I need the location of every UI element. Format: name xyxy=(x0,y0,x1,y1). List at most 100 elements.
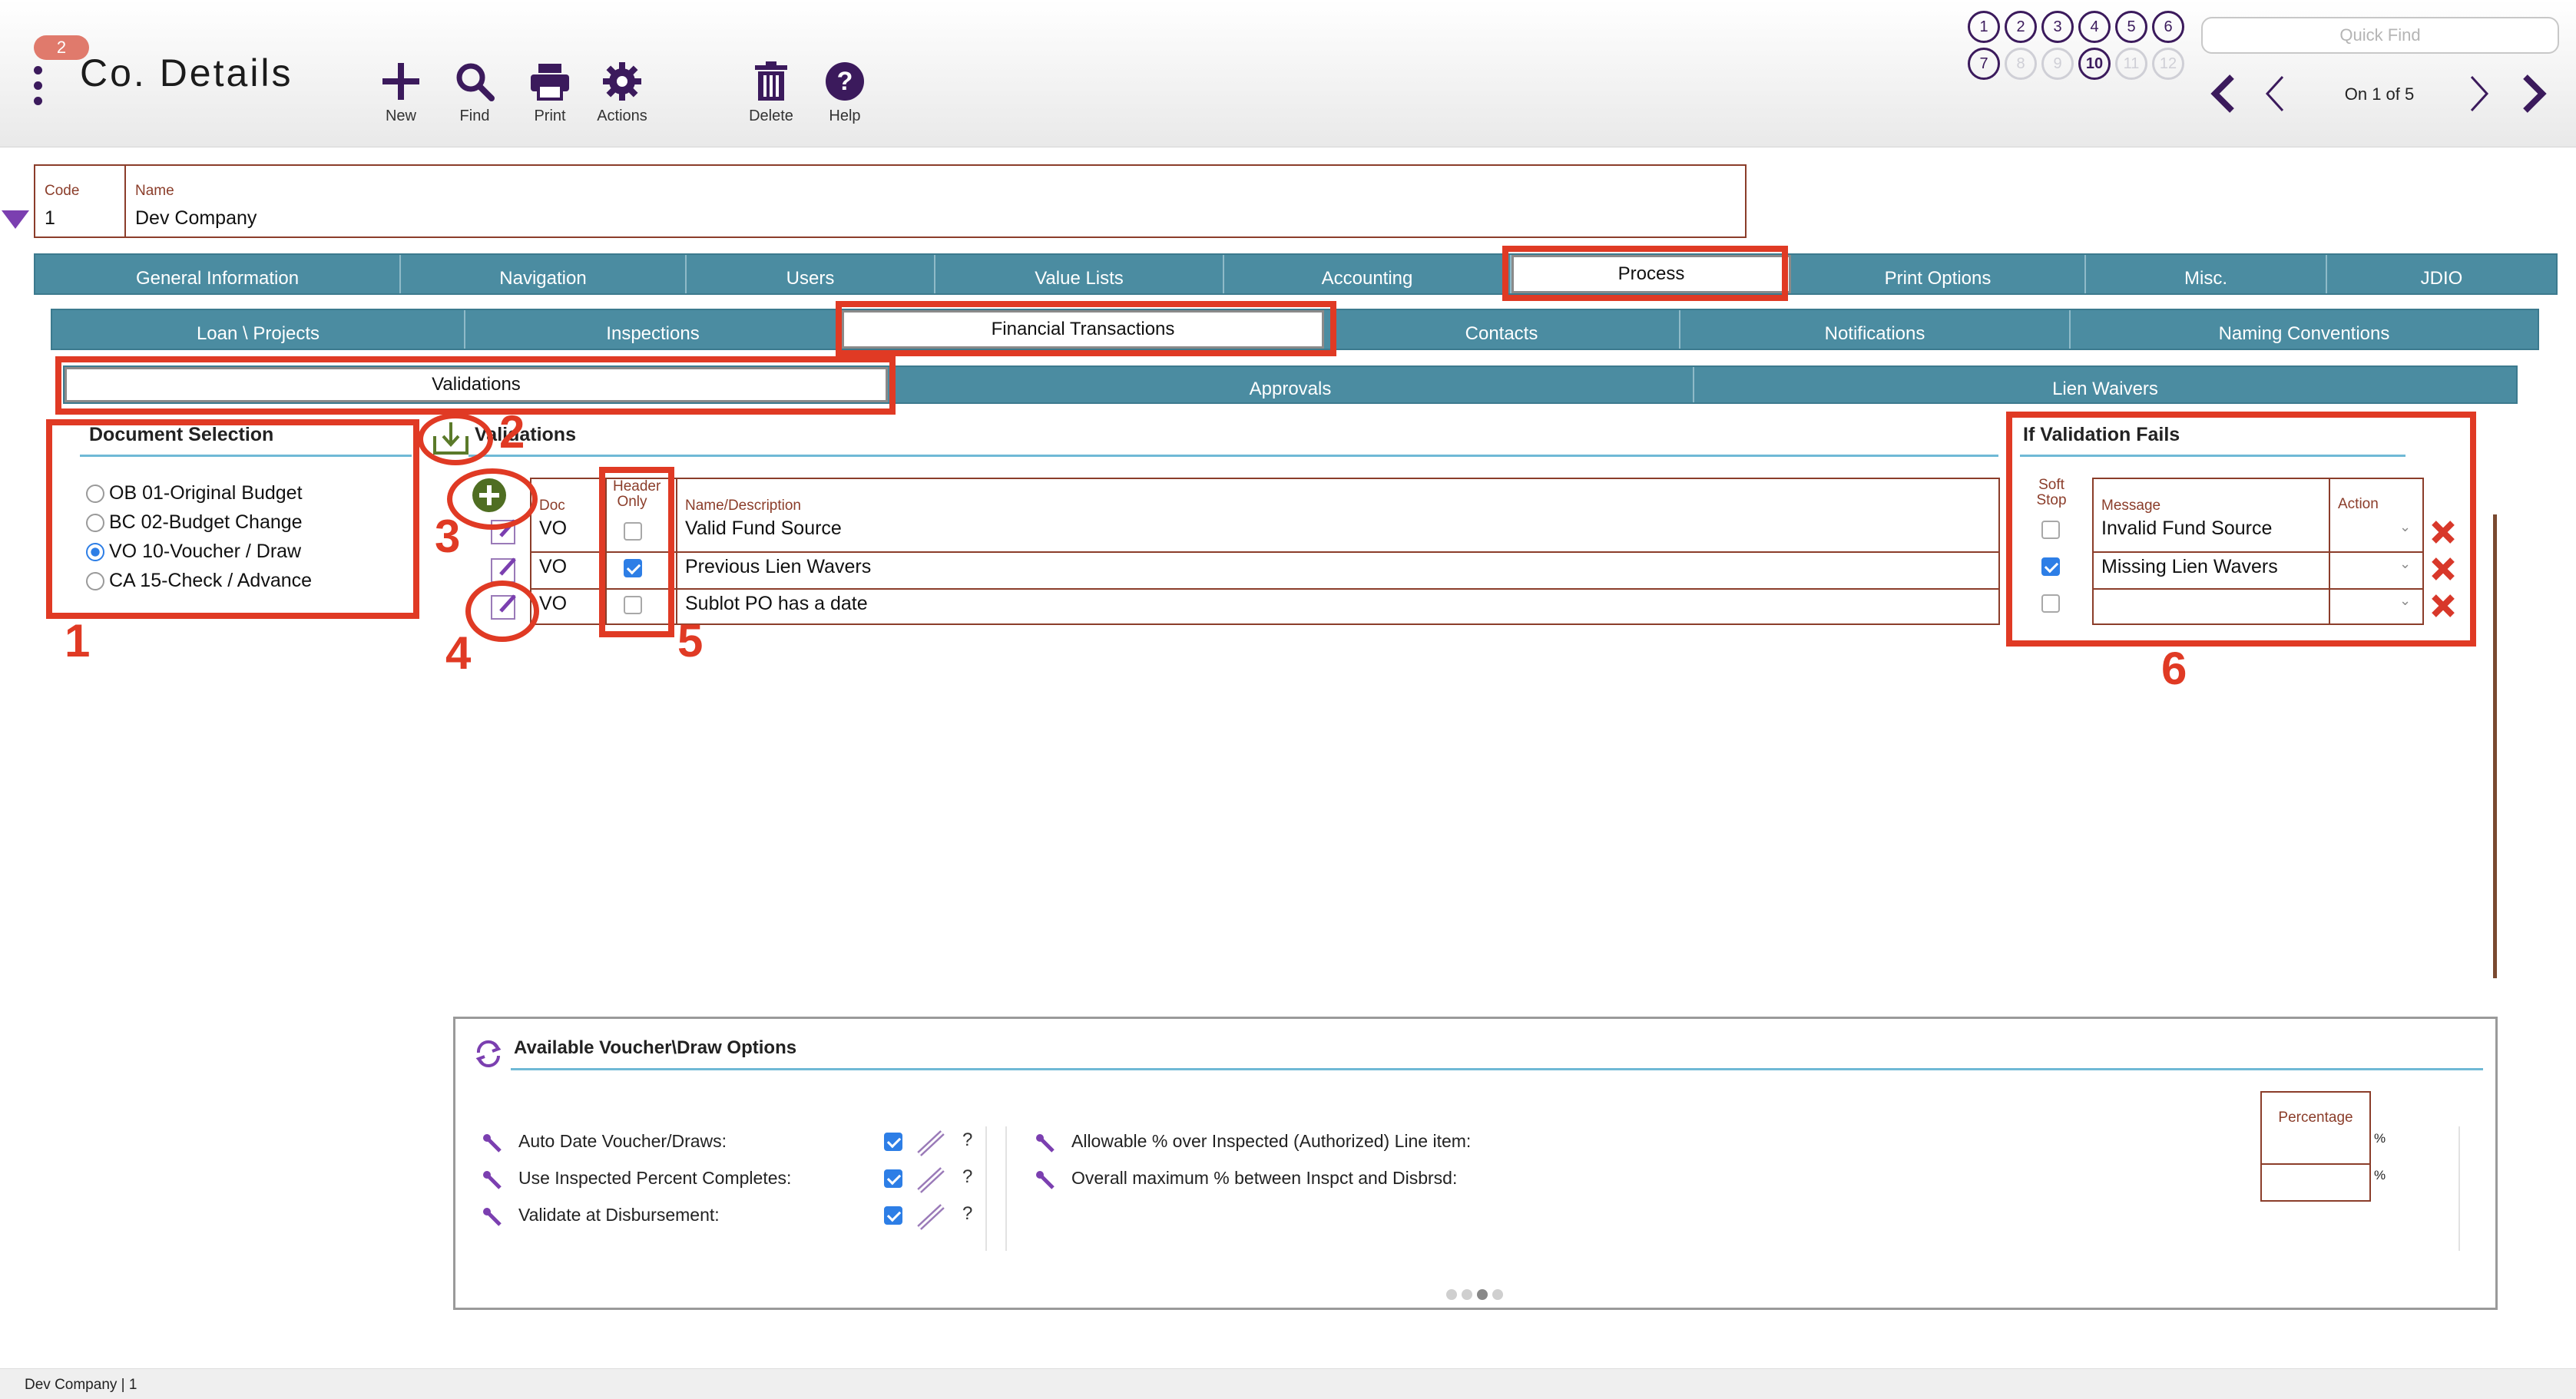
last-record-icon[interactable] xyxy=(2521,74,2548,117)
wrench-icon xyxy=(482,1206,503,1232)
option-validate-disbursement-checkbox[interactable] xyxy=(884,1206,902,1225)
find-button[interactable]: Find xyxy=(438,58,512,125)
actions-button[interactable]: Actions xyxy=(585,58,659,125)
tab-jdio[interactable]: JDIO xyxy=(2327,255,2556,293)
quick-find-input[interactable]: Quick Find xyxy=(2201,17,2559,54)
record-button-4[interactable]: 4 xyxy=(2078,11,2111,43)
company-record-fields: Code 1 Name Dev Company xyxy=(34,164,1747,238)
trash-icon xyxy=(734,58,808,104)
col-percentage: Percentage xyxy=(2278,1110,2353,1126)
top-toolbar: 2 Co. Details New Find Print Actions Del… xyxy=(0,0,2576,147)
percent-sign-1: % xyxy=(2374,1131,2386,1146)
option-allowable-over-inspected-label: Allowable % over Inspected (Authorized) … xyxy=(1071,1131,1472,1151)
option-validate-disbursement-label: Validate at Disbursement: xyxy=(518,1205,720,1225)
wrench-icon xyxy=(1035,1169,1056,1195)
tab-general-information[interactable]: General Information xyxy=(35,255,401,293)
percentage-fields: Percentage xyxy=(2260,1091,2371,1202)
page-dot-2[interactable] xyxy=(1462,1289,1472,1300)
annotation-circle-edit xyxy=(465,580,539,642)
divider xyxy=(2458,1126,2460,1251)
annotation-circle-add xyxy=(447,468,538,530)
wrench-icon xyxy=(482,1169,503,1195)
option-auto-date-help[interactable]: ? xyxy=(962,1129,972,1151)
gear-icon xyxy=(585,58,659,104)
percent-sign-2: % xyxy=(2374,1168,2386,1182)
find-label: Find xyxy=(459,107,490,124)
menu-dots-icon[interactable] xyxy=(31,66,46,109)
record-button-7[interactable]: 7 xyxy=(1968,48,2000,80)
vertical-scrollbar[interactable] xyxy=(2493,514,2497,978)
record-button-2[interactable]: 2 xyxy=(2005,11,2037,43)
delete-button[interactable]: Delete xyxy=(734,58,808,125)
annotation-number-3: 3 xyxy=(435,511,461,562)
allowable-percent-input[interactable] xyxy=(2262,1129,2369,1163)
annotation-box-header-only xyxy=(599,467,674,637)
annotation-number-1: 1 xyxy=(65,615,91,666)
option-inspected-percent-help[interactable]: ? xyxy=(962,1166,972,1188)
row2-edit-icon[interactable] xyxy=(490,554,519,584)
tab-approvals[interactable]: Approvals xyxy=(888,367,1694,402)
page-dot-1[interactable] xyxy=(1446,1289,1457,1300)
record-button-10[interactable]: 10 xyxy=(2078,48,2111,80)
row2-name[interactable]: Previous Lien Wavers xyxy=(685,556,871,578)
tab-print-options[interactable]: Print Options xyxy=(1791,255,2086,293)
name-label: Name xyxy=(135,183,174,199)
tab-loan-projects[interactable]: Loan \ Projects xyxy=(52,310,465,349)
row3-doc: VO xyxy=(539,593,568,614)
record-button-5[interactable]: 5 xyxy=(2115,11,2147,43)
previous-record-icon[interactable] xyxy=(2263,74,2287,117)
option-validate-disbursement-help[interactable]: ? xyxy=(962,1203,972,1225)
tab-misc[interactable]: Misc. xyxy=(2086,255,2327,293)
page-dot-3[interactable] xyxy=(1477,1289,1488,1300)
help-label: Help xyxy=(829,107,861,124)
name-field[interactable]: Name Dev Company xyxy=(126,166,1739,236)
option-overall-maximum-label: Overall maximum % between Inspct and Dis… xyxy=(1071,1168,1458,1188)
status-bar: Dev Company | 1 xyxy=(0,1368,2576,1399)
tab-value-lists[interactable]: Value Lists xyxy=(935,255,1224,293)
record-button-3[interactable]: 3 xyxy=(2041,11,2074,43)
pencil-icon[interactable] xyxy=(915,1129,947,1161)
divider xyxy=(531,588,1998,590)
wrench-icon xyxy=(482,1133,503,1158)
record-button-8[interactable]: 8 xyxy=(2005,48,2037,80)
record-button-1[interactable]: 1 xyxy=(1968,11,2000,43)
pencil-icon[interactable] xyxy=(915,1166,947,1198)
voucher-draw-options-panel: Available Voucher\Draw Options Auto Date… xyxy=(453,1017,2498,1310)
row1-name[interactable]: Valid Fund Source xyxy=(685,518,842,540)
record-pager-text: On 1 of 5 xyxy=(2344,84,2415,104)
refresh-icon[interactable] xyxy=(472,1037,505,1073)
record-button-11[interactable]: 11 xyxy=(2115,48,2147,80)
next-record-icon[interactable] xyxy=(2467,74,2492,117)
print-button[interactable]: Print xyxy=(513,58,587,125)
help-button[interactable]: ? Help xyxy=(808,58,882,125)
annotation-number-5: 5 xyxy=(677,615,704,666)
options-panel-title: Available Voucher\Draw Options xyxy=(514,1037,797,1058)
tab-naming-conventions[interactable]: Naming Conventions xyxy=(2071,310,2538,349)
row2-doc: VO xyxy=(539,556,568,577)
record-button-12[interactable]: 12 xyxy=(2152,48,2184,80)
page-dot-4[interactable] xyxy=(1492,1289,1503,1300)
divider xyxy=(531,551,1998,553)
divider xyxy=(1005,1126,1007,1251)
tab-inspections[interactable]: Inspections xyxy=(465,310,842,349)
plus-icon xyxy=(364,58,438,104)
record-button-6[interactable]: 6 xyxy=(2152,11,2184,43)
tab-users[interactable]: Users xyxy=(687,255,935,293)
tab-navigation[interactable]: Navigation xyxy=(401,255,687,293)
record-button-9[interactable]: 9 xyxy=(2041,48,2074,80)
svg-text:?: ? xyxy=(837,67,853,96)
new-button[interactable]: New xyxy=(364,58,438,125)
code-value: 1 xyxy=(45,207,55,229)
collapse-triangle-icon[interactable] xyxy=(2,210,29,229)
first-record-icon[interactable] xyxy=(2209,74,2237,117)
option-inspected-percent-checkbox[interactable] xyxy=(884,1169,902,1188)
tab-notifications[interactable]: Notifications xyxy=(1680,310,2071,349)
pencil-icon[interactable] xyxy=(915,1203,947,1235)
tab-lien-waivers[interactable]: Lien Waivers xyxy=(1694,367,2516,402)
overall-max-percent-input[interactable] xyxy=(2262,1165,2369,1200)
row3-name[interactable]: Sublot PO has a date xyxy=(685,593,868,615)
option-auto-date-checkbox[interactable] xyxy=(884,1133,902,1151)
tab-contacts[interactable]: Contacts xyxy=(1324,310,1680,349)
code-field[interactable]: Code 1 xyxy=(35,166,126,236)
tab-accounting[interactable]: Accounting xyxy=(1224,255,1511,293)
